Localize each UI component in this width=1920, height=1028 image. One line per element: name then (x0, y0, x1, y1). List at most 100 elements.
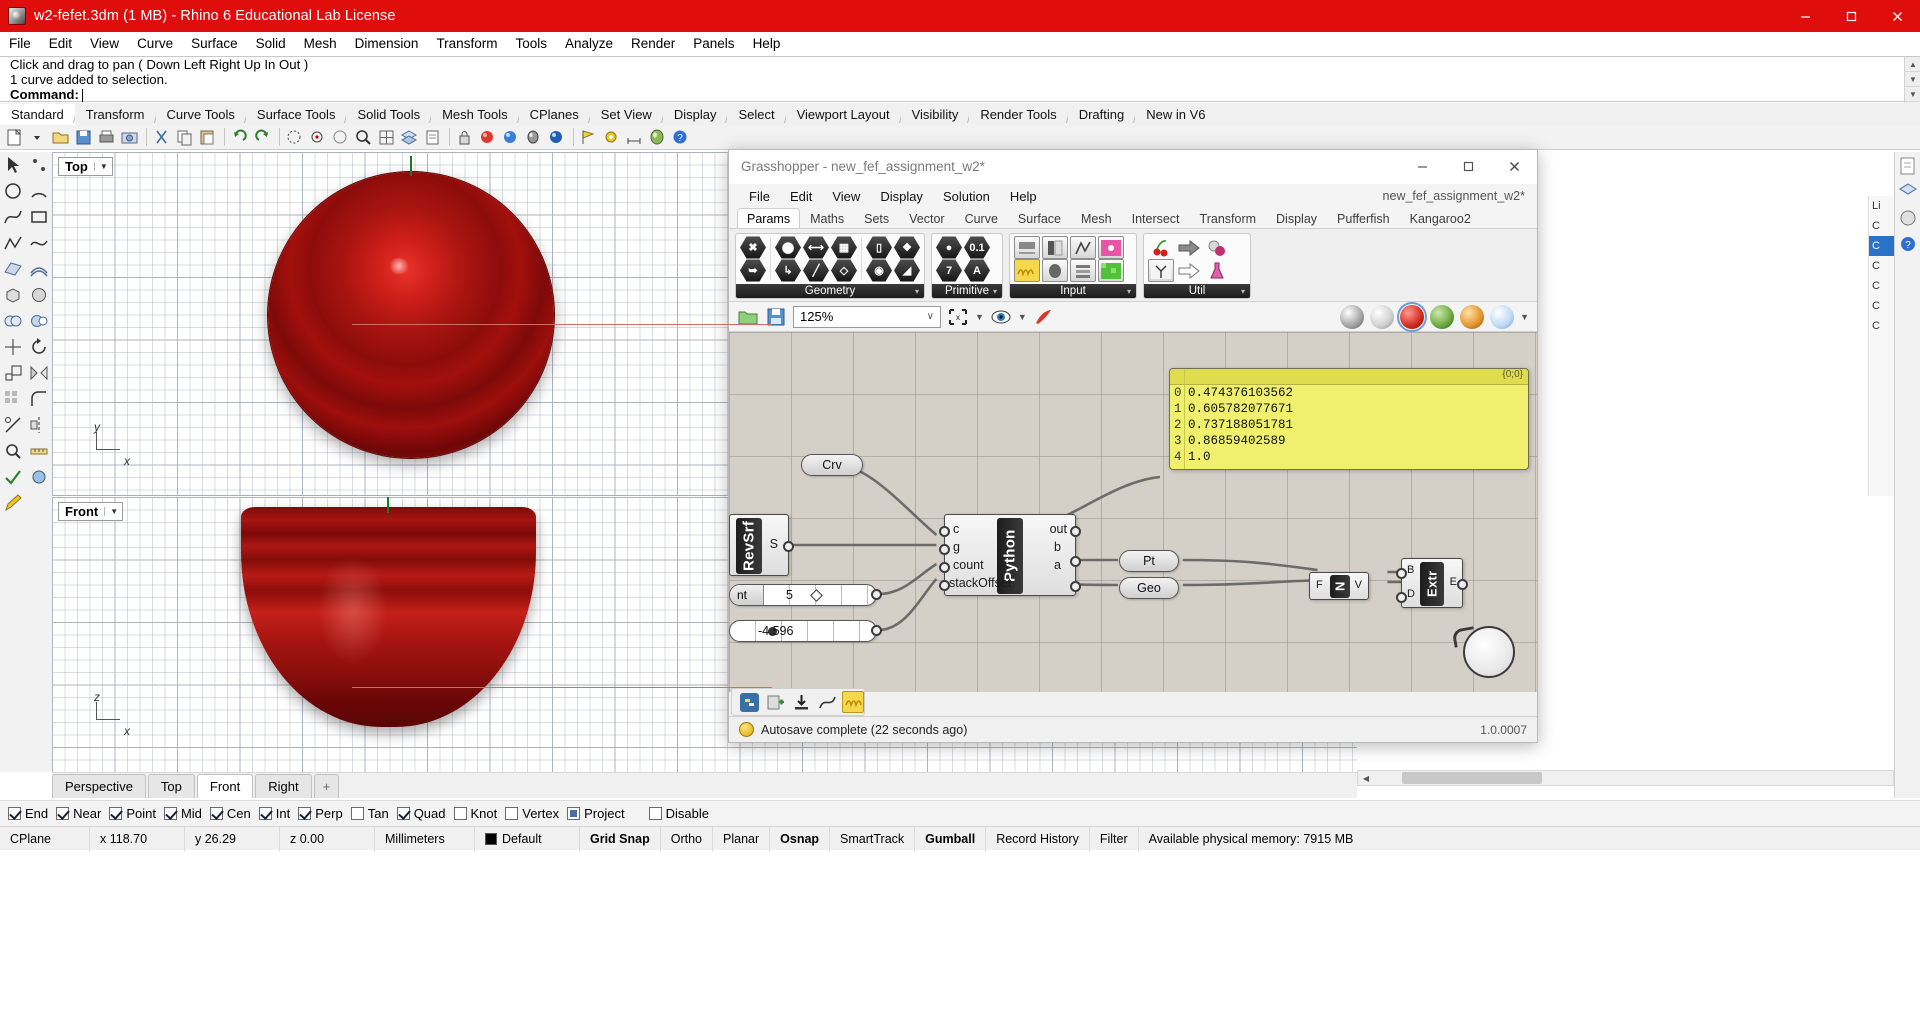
gh-menu-view[interactable]: View (822, 189, 870, 204)
gh-tab-kangaroo2[interactable]: Kangaroo2 (1400, 208, 1481, 228)
gradient-icon[interactable] (842, 691, 864, 713)
new-file-icon[interactable] (4, 127, 25, 148)
menu-analyze[interactable]: Analyze (556, 34, 622, 53)
status-toggle-planar[interactable]: Planar (713, 827, 770, 851)
boolean-difference-icon[interactable] (27, 309, 51, 333)
menu-panels[interactable]: Panels (684, 34, 743, 53)
fillet-tool-icon[interactable] (27, 387, 51, 411)
add-component-icon[interactable] (764, 691, 786, 713)
surface-param-icon[interactable]: ▦ (831, 236, 857, 259)
osnap-vertex-checkbox[interactable] (505, 807, 518, 820)
flag-icon[interactable] (578, 127, 599, 148)
trim-tool-icon[interactable] (1, 413, 25, 437)
gh-menu-help[interactable]: Help (1000, 189, 1047, 204)
pencil-tool-icon[interactable] (1, 491, 25, 515)
node-extr-input-b-port[interactable] (1396, 568, 1407, 579)
help-icon[interactable]: ? (670, 127, 691, 148)
toggle-icon[interactable] (1042, 236, 1068, 259)
osnap-point[interactable]: Point (109, 806, 156, 821)
gh-tab-sets[interactable]: Sets (854, 208, 899, 228)
osnap-end[interactable]: End (8, 806, 48, 821)
node-pt-param[interactable]: Pt (1119, 550, 1179, 572)
preview-blue-icon[interactable] (1490, 305, 1514, 329)
node-n-component[interactable]: N F V (1309, 572, 1369, 600)
osnap-near-checkbox[interactable] (56, 807, 69, 820)
redo-icon[interactable] (252, 127, 273, 148)
menu-solid[interactable]: Solid (247, 34, 295, 53)
panel-display-icon[interactable] (1896, 206, 1920, 230)
status-toggle-ortho[interactable]: Ortho (661, 827, 713, 851)
canvas-navigation-widget[interactable] (1463, 626, 1515, 678)
gh-menu-display[interactable]: Display (870, 189, 933, 204)
preview-meshes-icon[interactable] (1430, 305, 1454, 329)
node-offset-slider[interactable]: -4.596 (729, 620, 877, 642)
gh-tab-surface[interactable]: Surface (1008, 208, 1071, 228)
loft-tool-icon[interactable] (27, 257, 51, 281)
preview-dropdown-icon[interactable]: ▼ (1520, 312, 1529, 322)
status-toggle-gumball[interactable]: Gumball (915, 827, 986, 851)
osnap-end-checkbox[interactable] (8, 807, 21, 820)
zoom-extents-icon[interactable] (353, 127, 374, 148)
menu-surface[interactable]: Surface (182, 34, 247, 53)
gh-menu-edit[interactable]: Edit (780, 189, 822, 204)
layer-row[interactable]: C (1869, 276, 1894, 296)
check-tool-icon[interactable] (1, 465, 25, 489)
ribbon-primitive-expand-icon[interactable]: ▾ (993, 287, 997, 296)
text-param-icon[interactable]: A (964, 259, 990, 282)
count-slider-knob[interactable] (810, 589, 823, 602)
toolbar-tab-drafting[interactable]: Drafting (1068, 104, 1136, 125)
preview-render-icon[interactable] (1400, 305, 1424, 329)
toolbar-tab-viewport-layout[interactable]: Viewport Layout (786, 104, 901, 125)
toolbar-tab-cplanes[interactable]: CPlanes (519, 104, 590, 125)
rhino-close-button[interactable] (1874, 0, 1920, 32)
gh-menu-file[interactable]: File (739, 189, 780, 204)
cut-icon[interactable] (151, 127, 172, 148)
open-file-icon[interactable] (50, 127, 71, 148)
select-objects-icon[interactable] (284, 127, 305, 148)
render-preview-icon[interactable] (27, 465, 51, 489)
gh-tab-mesh[interactable]: Mesh (1071, 208, 1122, 228)
viewport-top-menu-chevron-icon[interactable]: ▼ (94, 162, 108, 171)
toolbar-tab-mesh-tools[interactable]: Mesh Tools (431, 104, 519, 125)
rhino-horizontal-scrollbar[interactable]: ◀ (1357, 770, 1894, 786)
paste-icon[interactable] (197, 127, 218, 148)
status-toggle-record-history[interactable]: Record History (986, 827, 1090, 851)
count-slider-track[interactable]: 5 (764, 585, 876, 605)
analyze-tool-icon[interactable] (1, 439, 25, 463)
preview-transparent-icon[interactable] (1460, 305, 1484, 329)
grasshopper-icon[interactable] (647, 127, 668, 148)
viewport-tab-perspective[interactable]: Perspective (52, 774, 146, 798)
snapshot-icon[interactable] (119, 127, 140, 148)
viewport-tab-front[interactable]: Front (197, 774, 253, 798)
undo-icon[interactable] (229, 127, 250, 148)
osnap-cen[interactable]: Cen (210, 806, 251, 821)
osnap-point-checkbox[interactable] (109, 807, 122, 820)
scrollbar-thumb[interactable] (1402, 772, 1542, 784)
number-slider-icon[interactable] (1014, 236, 1040, 259)
curve-tool-icon[interactable] (816, 691, 838, 713)
gh-tab-transform[interactable]: Transform (1190, 208, 1267, 228)
colour-picker-icon[interactable] (1098, 236, 1124, 259)
osnap-mid-checkbox[interactable] (164, 807, 177, 820)
toolbar-tab-visibility[interactable]: Visibility (901, 104, 970, 125)
save-file-icon[interactable] (73, 127, 94, 148)
osnap-knot-checkbox[interactable] (454, 807, 467, 820)
polyline-tool-icon[interactable] (1, 231, 25, 255)
lock-icon[interactable] (454, 127, 475, 148)
geometry-pipe-icon[interactable]: ◉ (866, 259, 892, 282)
layer-row[interactable]: C (1869, 296, 1894, 316)
shaded-view-icon[interactable] (523, 127, 544, 148)
viewport-top-label[interactable]: Top ▼ (58, 157, 113, 176)
offset-slider-output-port[interactable] (871, 625, 882, 636)
osnap-int[interactable]: Int (259, 806, 290, 821)
status-cplane[interactable]: CPlane (0, 827, 90, 851)
osnap-project-checkbox[interactable] (567, 807, 580, 820)
status-toggle-osnap[interactable]: Osnap (770, 827, 830, 851)
osnap-project[interactable]: Project (567, 806, 624, 821)
menu-view[interactable]: View (81, 34, 128, 53)
select-dots-icon[interactable] (27, 153, 51, 177)
brep-param-icon[interactable]: ◇ (831, 259, 857, 282)
surface-tool-icon[interactable] (1, 257, 25, 281)
viewport-front-label[interactable]: Front ▼ (58, 502, 123, 521)
offset-slider-track[interactable]: -4.596 (730, 621, 876, 641)
